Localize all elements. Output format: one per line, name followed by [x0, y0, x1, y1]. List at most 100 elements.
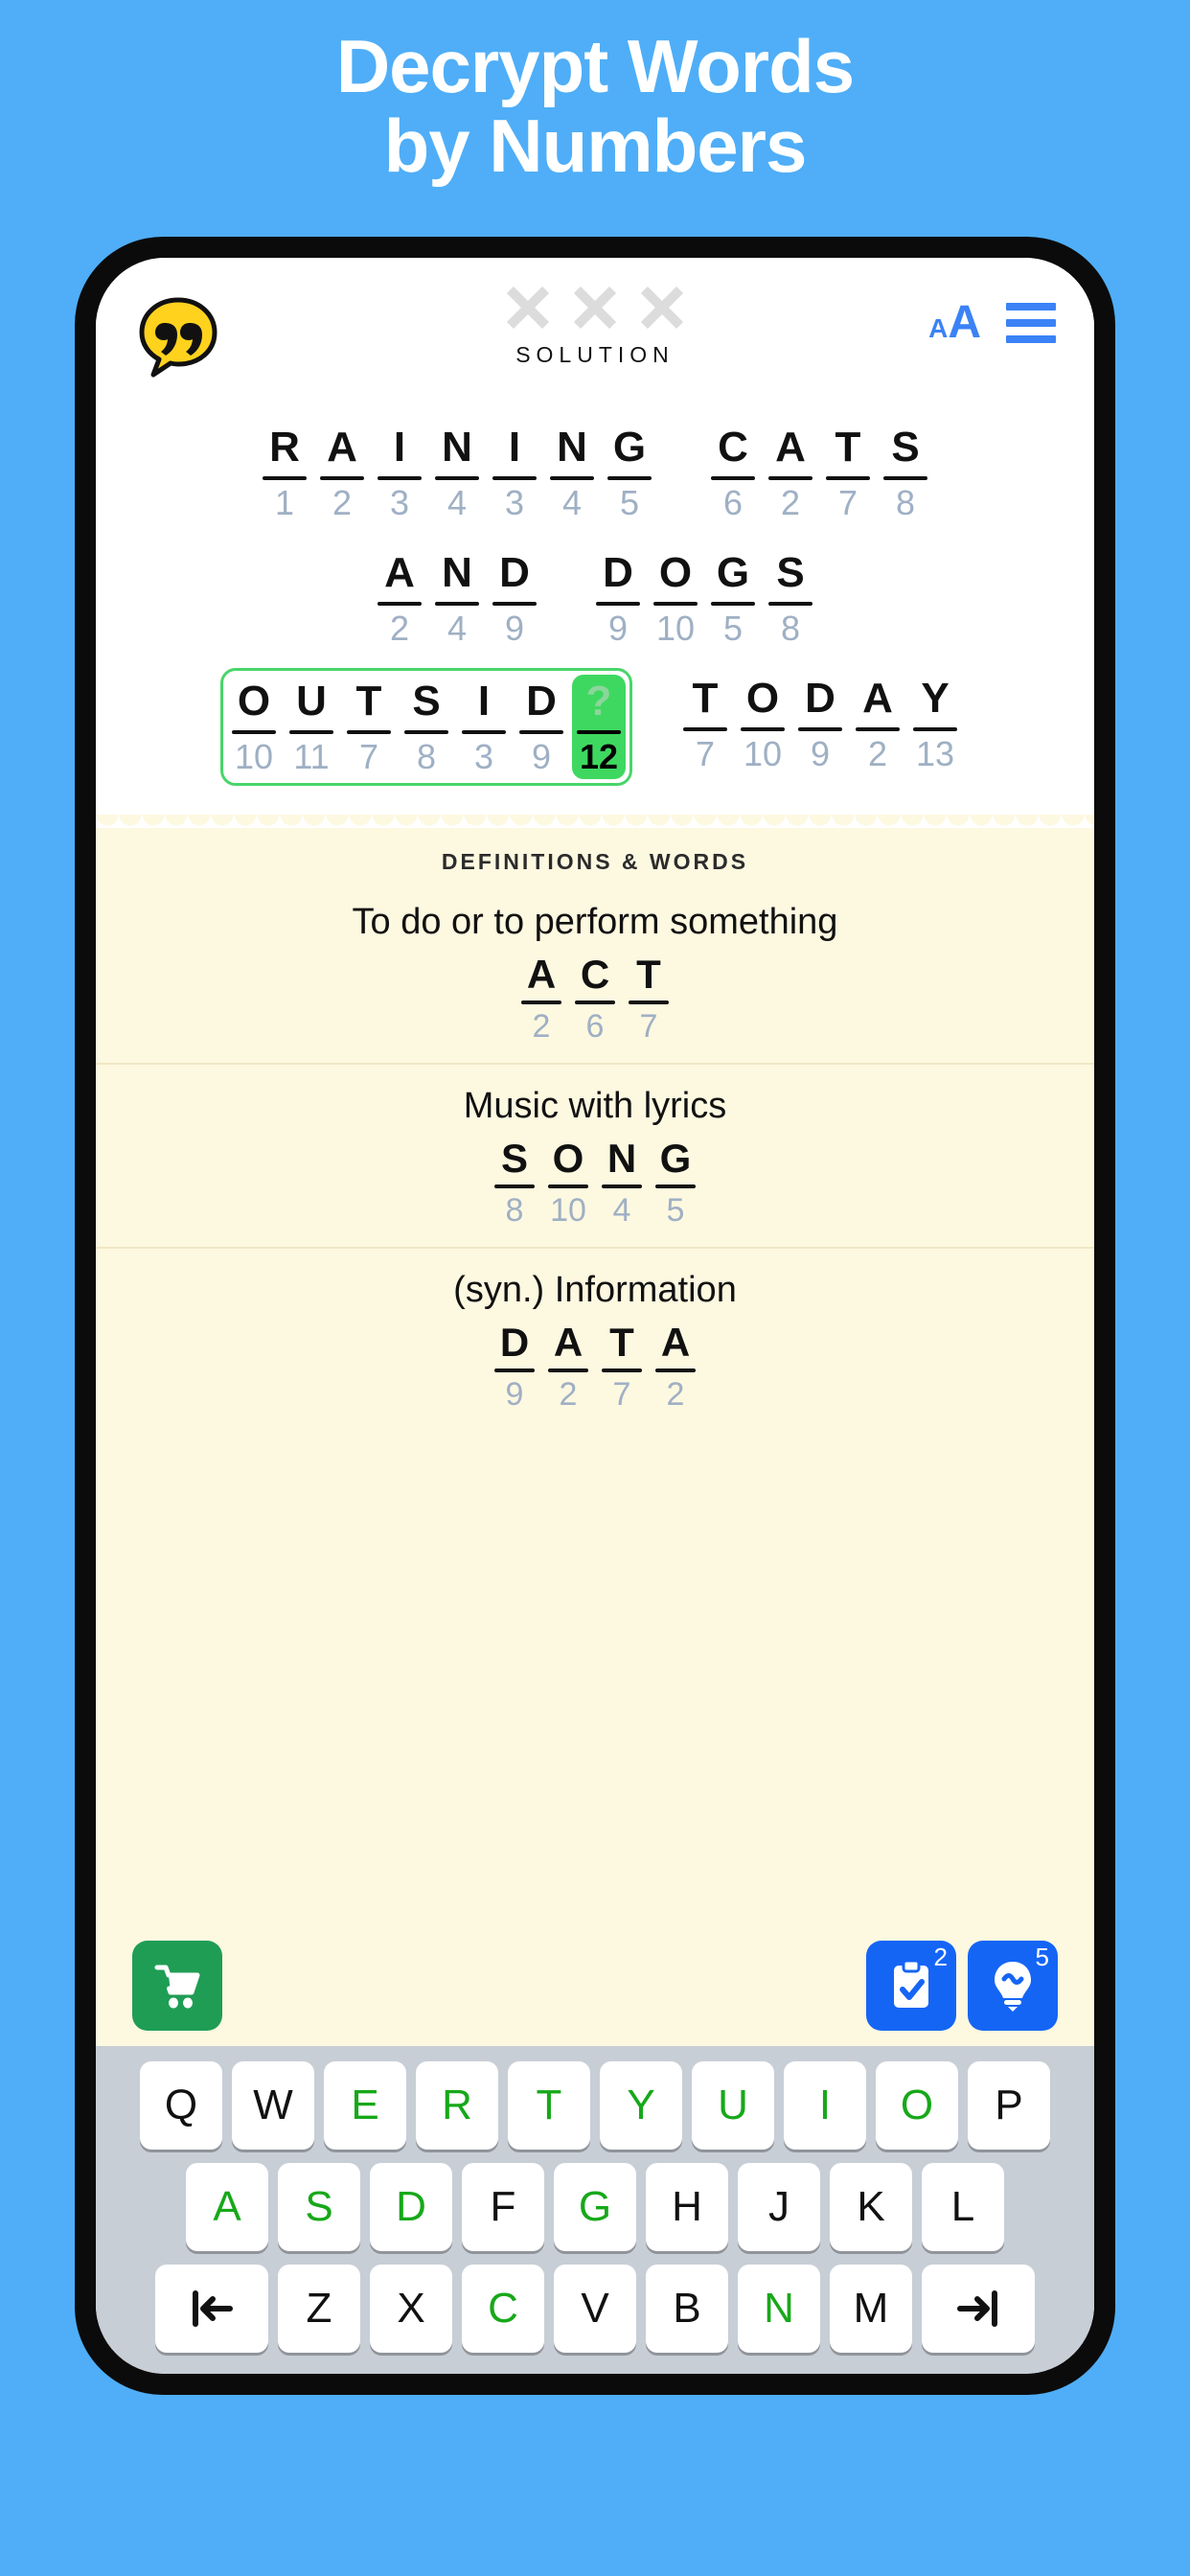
key-B[interactable]: B	[646, 2265, 728, 2353]
puzzle-cell[interactable]: C6	[706, 421, 760, 525]
key-X[interactable]: X	[370, 2265, 452, 2353]
key-J[interactable]: J	[738, 2163, 820, 2251]
puzzle-cell[interactable]: D9	[793, 672, 847, 776]
puzzle-cell[interactable]: A2	[543, 1319, 593, 1414]
puzzle-row: R1A2I3N4I3N4G5C6A2T7S8	[96, 417, 1094, 529]
hint-button[interactable]: 5	[968, 1941, 1058, 2031]
key-F[interactable]: F	[462, 2163, 544, 2251]
puzzle-cell[interactable]: S8	[764, 546, 817, 651]
cell-number: 9	[504, 609, 525, 648]
puzzle-cell[interactable]: I3	[373, 421, 426, 525]
cell-rule	[655, 1184, 696, 1188]
key-D[interactable]: D	[370, 2163, 452, 2251]
cell-number: 7	[358, 737, 379, 776]
puzzle-cell[interactable]: D9	[488, 546, 541, 651]
cell-letter: O	[552, 1136, 584, 1181]
puzzle-cell[interactable]: S8	[400, 675, 453, 779]
puzzle-cell[interactable]: T7	[597, 1319, 647, 1414]
puzzle-word[interactable]: D 9 O 10 G 5 S 8	[587, 542, 821, 655]
puzzle-cell[interactable]: O 10	[649, 546, 702, 651]
puzzle-cell[interactable]: O 10	[543, 1135, 593, 1230]
key-Z[interactable]: Z	[278, 2265, 360, 2353]
cell-rule	[289, 730, 333, 734]
puzzle-cell[interactable]: A2	[373, 546, 426, 651]
puzzle-cell[interactable]: S8	[490, 1135, 539, 1230]
puzzle-cell[interactable]: A2	[516, 951, 566, 1046]
puzzle-cell[interactable]: N4	[545, 421, 599, 525]
puzzle-cell[interactable]: T7	[678, 672, 732, 776]
puzzle-cell[interactable]: I3	[457, 675, 511, 779]
key-T[interactable]: T	[508, 2061, 590, 2150]
cell-rule	[768, 602, 812, 606]
puzzle-word[interactable]: T 7 O 10 D 9 A 2 Y 13	[675, 668, 966, 780]
puzzle-cell[interactable]: T7	[342, 675, 396, 779]
puzzle-cell[interactable]: D9	[591, 546, 645, 651]
puzzle-cell[interactable]: S8	[879, 421, 932, 525]
definition-answer[interactable]: A2C6T7	[96, 951, 1094, 1046]
cell-number: 9	[607, 609, 629, 648]
key-W[interactable]: W	[232, 2061, 314, 2150]
check-badge: 2	[933, 1943, 948, 1971]
arrow-to-left-icon[interactable]	[155, 2265, 268, 2353]
key-N[interactable]: N	[738, 2265, 820, 2353]
puzzle-cell[interactable]: ? 12	[572, 675, 626, 779]
cell-rule	[741, 727, 785, 731]
puzzle-cell[interactable]: U 11	[285, 675, 338, 779]
cell-rule	[607, 476, 652, 480]
puzzle-cell[interactable]: D9	[515, 675, 568, 779]
cell-letter: D	[526, 678, 557, 724]
puzzle-cell[interactable]: T7	[624, 951, 674, 1046]
puzzle-word[interactable]: C6A2T7S8	[702, 417, 936, 529]
key-E[interactable]: E	[324, 2061, 406, 2150]
cell-number: 2	[332, 483, 353, 522]
arrow-to-right-icon[interactable]	[922, 2265, 1035, 2353]
key-Y[interactable]: Y	[600, 2061, 682, 2150]
key-A[interactable]: A	[186, 2163, 268, 2251]
key-K[interactable]: K	[830, 2163, 912, 2251]
definition-answer[interactable]: D9A2T7A2	[96, 1319, 1094, 1414]
puzzle-cell[interactable]: D9	[490, 1319, 539, 1414]
puzzle-cell[interactable]: G5	[603, 421, 656, 525]
definition-answer[interactable]: S 8 O 10 N 4 G 5	[96, 1135, 1094, 1230]
puzzle-cell[interactable]: C6	[570, 951, 620, 1046]
puzzle-cell[interactable]: R1	[258, 421, 311, 525]
puzzle-word[interactable]: A2N4D9	[369, 542, 545, 655]
key-S[interactable]: S	[278, 2163, 360, 2251]
puzzle-word[interactable]: R1A2I3N4I3N4G5	[254, 417, 660, 529]
puzzle-cell[interactable]: G5	[706, 546, 760, 651]
key-C[interactable]: C	[462, 2265, 544, 2353]
key-O[interactable]: O	[876, 2061, 958, 2150]
key-M[interactable]: M	[830, 2265, 912, 2353]
check-button[interactable]: 2	[866, 1941, 956, 2031]
cell-number: 10	[743, 734, 783, 773]
key-I[interactable]: I	[784, 2061, 866, 2150]
puzzle-cell[interactable]: T7	[821, 421, 875, 525]
puzzle-cell[interactable]: A2	[315, 421, 369, 525]
shop-button[interactable]	[132, 1941, 222, 2031]
puzzle-cell[interactable]: I3	[488, 421, 541, 525]
puzzle-cell[interactable]: N4	[597, 1135, 647, 1230]
key-L[interactable]: L	[922, 2163, 1004, 2251]
puzzle-cell[interactable]: A2	[851, 672, 904, 776]
puzzle-cell[interactable]: O 10	[736, 672, 790, 776]
key-H[interactable]: H	[646, 2163, 728, 2251]
shopping-cart-icon	[154, 1965, 200, 2009]
puzzle-cell[interactable]: O 10	[227, 675, 281, 779]
hint-buttons: 2 5	[866, 1941, 1058, 2031]
puzzle-cell[interactable]: G5	[651, 1135, 700, 1230]
puzzle-cell[interactable]: A2	[651, 1319, 700, 1414]
puzzle-cell[interactable]: A2	[764, 421, 817, 525]
puzzle-word-selected[interactable]: O 10 U 11 T 7 S 8 I 3 D 9? 12	[220, 668, 632, 786]
key-P[interactable]: P	[968, 2061, 1050, 2150]
key-Q[interactable]: Q	[140, 2061, 222, 2150]
key-V[interactable]: V	[554, 2265, 636, 2353]
puzzle-cell[interactable]: Y 13	[908, 672, 962, 776]
key-G[interactable]: G	[554, 2163, 636, 2251]
text-size-button[interactable]: AA	[928, 300, 981, 346]
header-right: AA	[928, 300, 1056, 346]
hamburger-menu-icon[interactable]	[1006, 303, 1056, 343]
key-R[interactable]: R	[416, 2061, 498, 2150]
key-U[interactable]: U	[692, 2061, 774, 2150]
puzzle-cell[interactable]: N4	[430, 421, 484, 525]
puzzle-cell[interactable]: N4	[430, 546, 484, 651]
